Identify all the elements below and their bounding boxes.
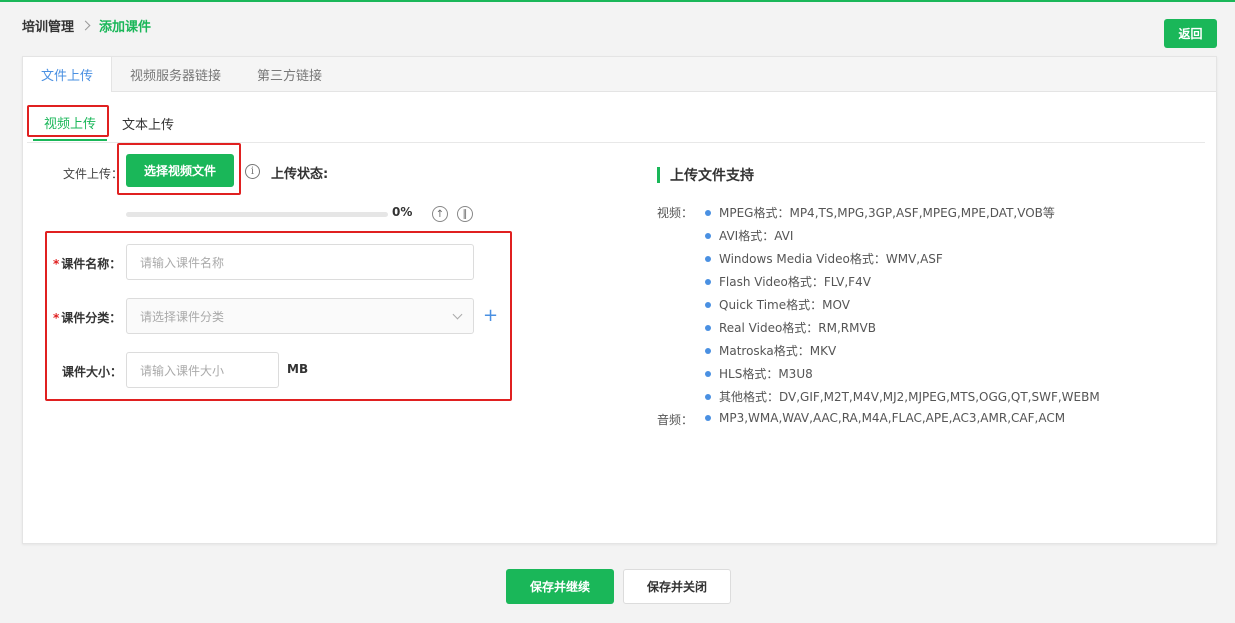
video-format-item: Flash Video格式：FLV,F4V xyxy=(705,273,871,290)
save-and-continue-button[interactable]: 保存并继续 xyxy=(506,569,614,604)
top-accent-line xyxy=(0,0,1235,2)
course-category-label: * 课件分类： xyxy=(53,311,122,325)
bullet-dot-icon xyxy=(705,347,711,354)
course-name-label: * 课件名称： xyxy=(53,257,122,271)
bullet-dot-icon xyxy=(705,278,711,285)
video-format-text: 其他格式：DV,GIF,M2T,M4V,MJ2,MJPEG,MTS,OGG,QT… xyxy=(719,390,1100,404)
course-name-input[interactable]: 请输入课件名称 xyxy=(126,244,474,280)
tab-text-upload[interactable]: 文本上传 xyxy=(122,105,174,141)
sub-tab-bar: 视频上传 文本上传 xyxy=(27,105,1205,143)
course-size-label: 课件大小： xyxy=(62,365,123,379)
video-format-text: Quick Time格式：MOV xyxy=(719,298,850,312)
audio-format-text: MP3,WMA,WAV,AAC,RA,M4A,FLAC,APE,AC3,AMR,… xyxy=(719,411,1066,425)
breadcrumb-root[interactable]: 培训管理 xyxy=(22,16,74,35)
bullet-dot-icon xyxy=(705,301,711,308)
upload-status-label: 上传状态: xyxy=(271,167,329,182)
file-upload-label: 文件上传： xyxy=(63,167,124,181)
bullet-dot-icon xyxy=(705,415,711,421)
video-format-item: Windows Media Video格式：WMV,ASF xyxy=(705,250,943,267)
breadcrumb-current: 添加课件 xyxy=(99,20,152,35)
save-and-close-button[interactable]: 保存并关闭 xyxy=(623,569,731,604)
upload-progress-text: 0% xyxy=(392,205,413,219)
back-button[interactable]: 返回 xyxy=(1164,19,1217,48)
pause-icon[interactable]: ∥ xyxy=(457,206,473,222)
bullet-dot-icon xyxy=(705,324,711,331)
tab-file-upload[interactable]: 文件上传 xyxy=(23,57,113,92)
chevron-right-icon xyxy=(80,20,91,31)
tab-video-server-link[interactable]: 视频服务器链接 xyxy=(112,57,239,91)
video-format-text: Matroska格式：MKV xyxy=(719,344,837,358)
video-format-text: Flash Video格式：FLV,F4V xyxy=(719,275,871,289)
video-format-item: Matroska格式：MKV xyxy=(705,342,836,359)
video-format-text: Windows Media Video格式：WMV,ASF xyxy=(719,252,943,266)
highlight-box-select-button xyxy=(117,143,241,195)
breadcrumb: 培训管理 添加课件 xyxy=(22,16,151,35)
video-format-text: MPEG格式：MP4,TS,MPG,3GP,ASF,MPEG,MPE,DAT,V… xyxy=(719,206,1055,220)
video-format-text: Real Video格式：RM,RMVB xyxy=(719,321,876,335)
video-format-item: Real Video格式：RM,RMVB xyxy=(705,319,876,336)
audio-label: 音频： xyxy=(657,413,694,427)
bullet-dot-icon xyxy=(705,370,711,377)
top-tab-bar: 文件上传 视频服务器链接 第三方链接 xyxy=(23,57,1216,92)
bullet-dot-icon xyxy=(705,393,711,400)
bullet-dot-icon xyxy=(705,255,711,262)
video-format-item: AVI格式：AVI xyxy=(705,227,793,244)
bullet-dot-icon xyxy=(705,209,711,216)
course-category-select[interactable]: 请选择课件分类 xyxy=(126,298,474,334)
video-label: 视频： xyxy=(657,206,694,220)
video-format-item: HLS格式：M3U8 xyxy=(705,365,813,382)
video-format-text: AVI格式：AVI xyxy=(719,229,794,243)
main-panel: 文件上传 视频服务器链接 第三方链接 视频上传 文本上传 文件上传： 选择视频文… xyxy=(22,56,1217,544)
video-format-item: 其他格式：DV,GIF,M2T,M4V,MJ2,MJPEG,MTS,OGG,QT… xyxy=(705,388,1100,405)
chevron-down-icon xyxy=(452,309,463,320)
video-format-text: HLS格式：M3U8 xyxy=(719,367,813,381)
info-icon[interactable]: i xyxy=(245,164,260,179)
tab-video-upload[interactable]: 视频上传 xyxy=(33,105,107,141)
bullet-dot-icon xyxy=(705,232,711,239)
add-category-icon[interactable]: + xyxy=(483,305,498,326)
upload-progress-bar xyxy=(126,212,388,217)
size-unit-label: MB xyxy=(287,362,309,376)
audio-format-item: MP3,WMA,WAV,AAC,RA,M4A,FLAC,APE,AC3,AMR,… xyxy=(705,411,1065,425)
video-format-item: MPEG格式：MP4,TS,MPG,3GP,ASF,MPEG,MPE,DAT,V… xyxy=(705,204,1055,221)
course-category-placeholder: 请选择课件分类 xyxy=(140,309,225,324)
video-format-item: Quick Time格式：MOV xyxy=(705,296,850,313)
course-size-input[interactable]: 请输入课件大小 xyxy=(126,352,279,388)
support-title: 上传文件支持 xyxy=(657,167,754,184)
upload-start-icon[interactable]: ↑ xyxy=(432,206,448,222)
tab-third-party-link[interactable]: 第三方链接 xyxy=(239,57,340,91)
